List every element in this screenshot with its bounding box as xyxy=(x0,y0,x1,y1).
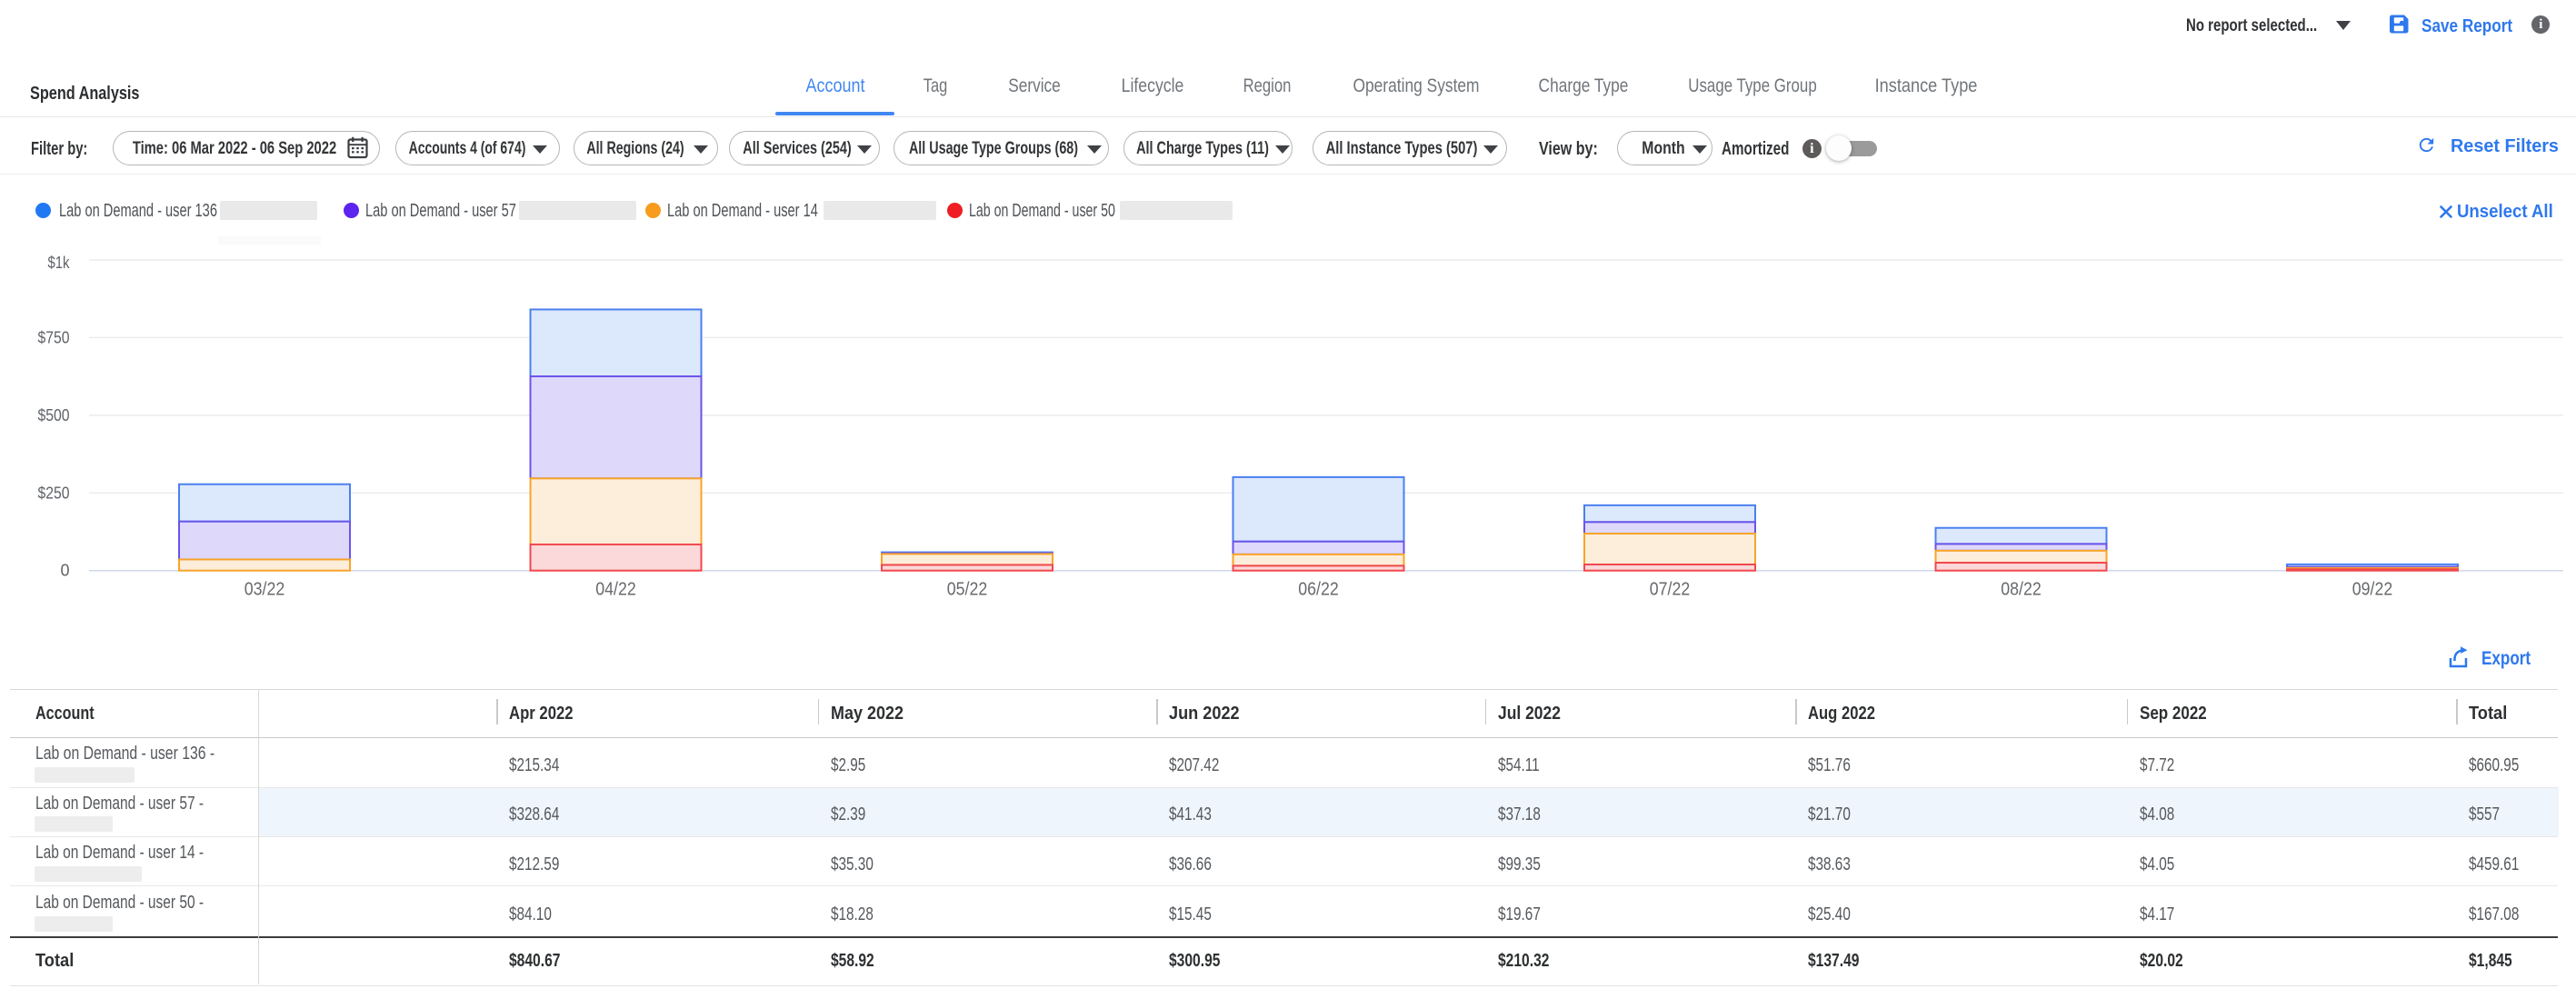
svg-text:$750: $750 xyxy=(38,329,70,347)
svg-text:04/22: 04/22 xyxy=(595,580,636,600)
svg-text:$1k: $1k xyxy=(48,254,71,272)
svg-text:08/22: 08/22 xyxy=(2001,580,2042,600)
svg-text:07/22: 07/22 xyxy=(1650,580,1691,600)
svg-text:$500: $500 xyxy=(38,406,70,425)
svg-text:0: 0 xyxy=(60,561,69,579)
svg-text:06/22: 06/22 xyxy=(1298,580,1339,600)
svg-text:03/22: 03/22 xyxy=(245,580,285,600)
svg-text:$250: $250 xyxy=(38,485,70,503)
svg-text:05/22: 05/22 xyxy=(947,580,988,600)
svg-text:09/22: 09/22 xyxy=(2352,580,2393,600)
